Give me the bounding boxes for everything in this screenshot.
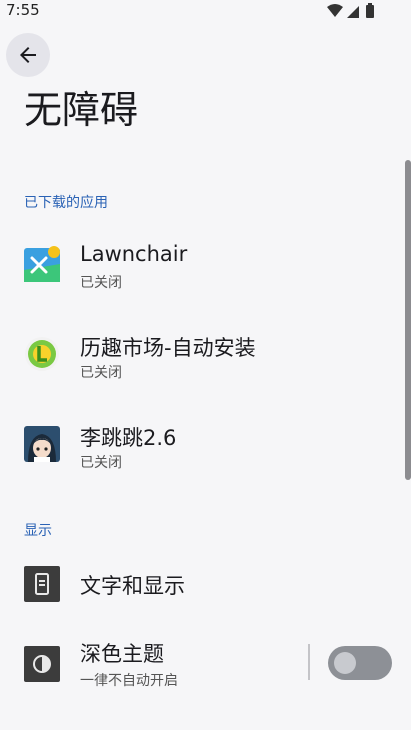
item-title: 深色主题 (80, 642, 164, 666)
item-subtitle: 一律不自动开启 (80, 673, 178, 689)
dark-theme-icon (24, 646, 60, 682)
status-bar: 7:55 (0, 0, 411, 22)
item-title: 李跳跳2.6 (80, 426, 177, 450)
toggle-divider (308, 644, 310, 680)
item-subtitle: 已关闭 (80, 365, 122, 381)
litiaotiao-icon (24, 426, 60, 462)
back-button[interactable] (6, 33, 50, 77)
scrollbar[interactable] (405, 160, 411, 480)
section-header-display: 显示 (24, 523, 52, 539)
status-time: 7:55 (6, 1, 40, 19)
dark-theme-toggle[interactable] (328, 646, 392, 680)
list-item-text-and-display[interactable]: 文字和显示 (0, 552, 405, 616)
toggle-knob (334, 652, 356, 674)
list-item-lawnchair[interactable]: Lawnchair 已关闭 (0, 232, 405, 302)
item-title: Lawnchair (80, 242, 188, 266)
status-icons (327, 3, 374, 18)
wifi-icon (327, 4, 343, 17)
signal-icon (347, 6, 359, 18)
liqu-market-icon (25, 337, 59, 371)
list-item-litiaotiao[interactable]: 李跳跳2.6 已关闭 (0, 412, 405, 482)
arrow-back-icon (20, 47, 36, 63)
lawnchair-icon (24, 246, 60, 282)
item-subtitle: 已关闭 (80, 275, 122, 291)
section-header-downloaded: 已下载的应用 (24, 195, 108, 211)
item-title: 文字和显示 (80, 574, 185, 598)
battery-icon (366, 5, 374, 18)
page-title: 无障碍 (24, 88, 139, 132)
item-subtitle: 已关闭 (80, 455, 122, 471)
list-item-liqu-market[interactable]: 历趣市场-自动安装 已关闭 (0, 322, 405, 392)
text-display-icon (24, 566, 60, 602)
item-title: 历趣市场-自动安装 (80, 336, 256, 360)
